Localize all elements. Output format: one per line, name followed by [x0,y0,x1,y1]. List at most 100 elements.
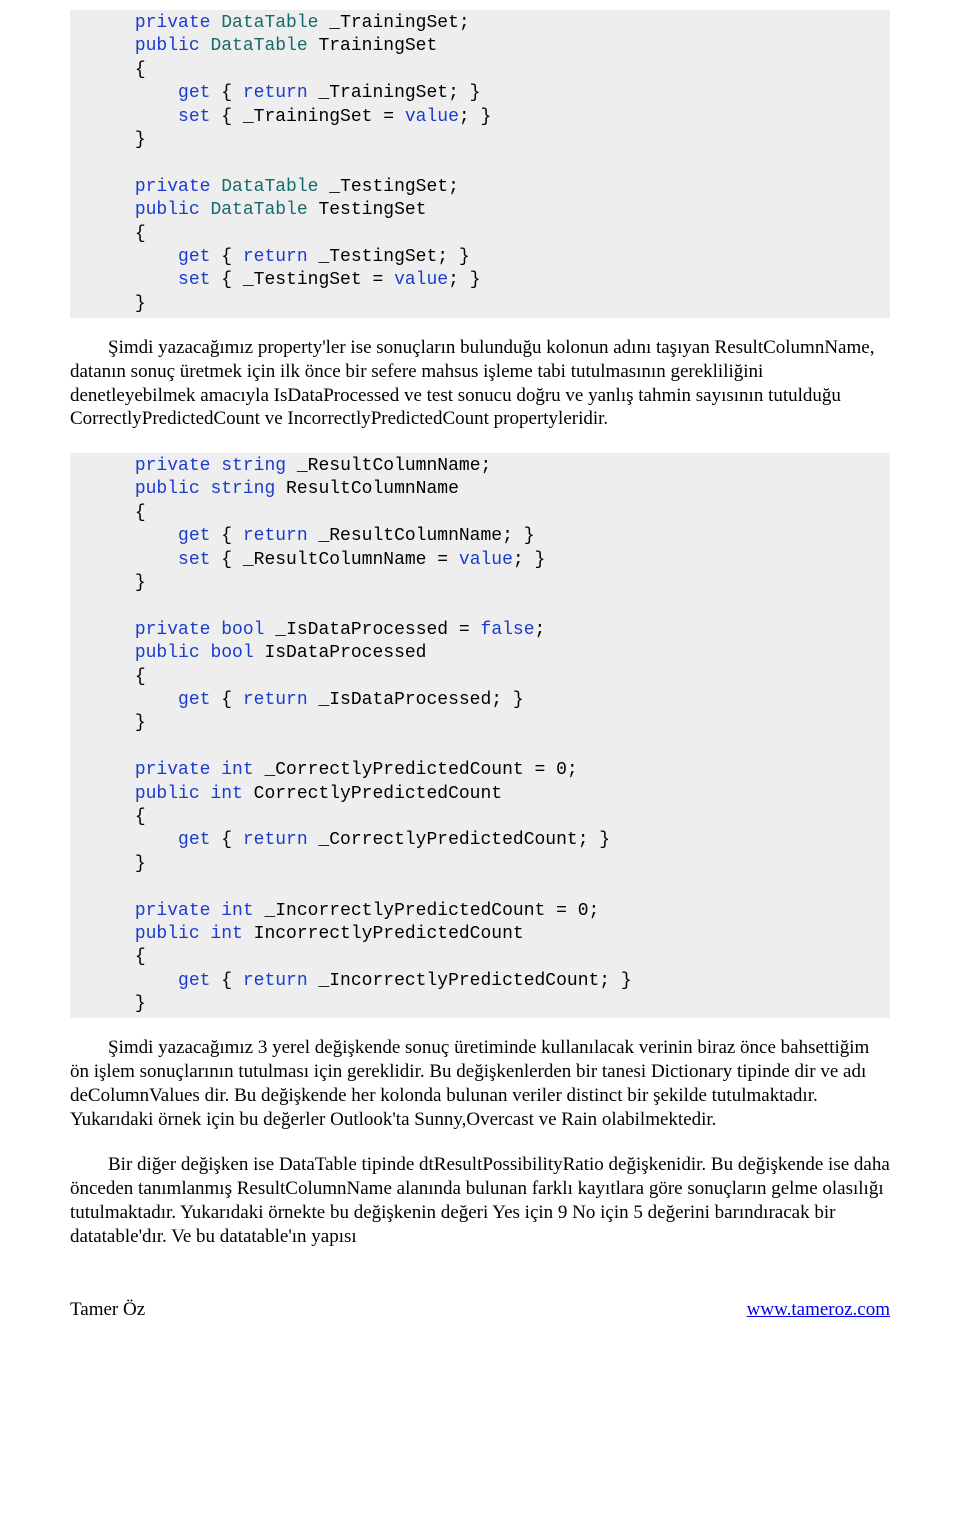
typ: DataTable [210,200,307,220]
t [200,643,211,663]
t: _IncorrectlyPredictedCount = 0; [254,901,600,921]
kw: set [135,550,211,570]
kw: string [221,456,286,476]
t: ; } [513,550,545,570]
t [210,456,221,476]
paragraph-3: Bir diğer değişken ise DataTable tipinde… [70,1153,890,1248]
t: { [135,807,146,827]
t: } [135,130,146,150]
t [210,13,221,33]
kw: return [243,526,308,546]
footer-author: Tamer Öz [70,1298,145,1322]
kw: bool [210,643,253,663]
t: ResultColumnName [275,479,459,499]
kw: set [135,107,211,127]
kw: get [135,247,211,267]
kw: return [243,690,308,710]
paragraph-2: Şimdi yazacağımız 3 yerel değişkende son… [70,1036,890,1131]
t: _CorrectlyPredictedCount = 0; [254,760,578,780]
t: { [210,83,242,103]
kw: false [481,620,535,640]
t: _TestingSet; } [308,247,470,267]
t: { [210,830,242,850]
kw: public [135,36,200,56]
t: ; } [448,270,480,290]
kw: int [221,760,253,780]
t: _ResultColumnName; [286,456,491,476]
kw: return [243,971,308,991]
kw: string [210,479,275,499]
kw: private [135,620,211,640]
t [210,177,221,197]
t: _IncorrectlyPredictedCount; } [308,971,632,991]
t: _TrainingSet; [318,13,469,33]
typ: DataTable [221,13,318,33]
t: ; [535,620,546,640]
t: } [135,294,146,314]
t: _TestingSet; [318,177,458,197]
t [200,479,211,499]
page-footer: Tamer Öz www.tameroz.com [70,1298,890,1322]
t: CorrectlyPredictedCount [243,784,502,804]
kw: public [135,200,200,220]
t: { [210,247,242,267]
kw: get [135,830,211,850]
kw: public [135,924,200,944]
t: { _TrainingSet = [210,107,404,127]
code-block-1: private DataTable _TrainingSet; public D… [70,10,890,318]
t: { [210,971,242,991]
t [200,924,211,944]
kw: private [135,13,211,33]
kw: public [135,479,200,499]
kw: int [221,901,253,921]
t [210,760,221,780]
t: _TrainingSet; } [308,83,481,103]
kw: get [135,83,211,103]
t: { [210,690,242,710]
t: } [135,573,146,593]
t: { [135,224,146,244]
kw: return [243,83,308,103]
t: { [135,60,146,80]
t: _IsDataProcessed = [264,620,480,640]
t: { [135,503,146,523]
kw: bool [221,620,264,640]
footer-link[interactable]: www.tameroz.com [747,1298,890,1322]
kw: return [243,830,308,850]
kw: set [135,270,211,290]
t [200,784,211,804]
t [210,620,221,640]
t [210,901,221,921]
kw: public [135,784,200,804]
t: ; } [459,107,491,127]
t [200,36,211,56]
code-block-2: private string _ResultColumnName; public… [70,453,890,1018]
t: } [135,713,146,733]
kw: value [394,270,448,290]
t: _ResultColumnName; } [308,526,535,546]
kw: public [135,643,200,663]
kw: private [135,901,211,921]
t [200,200,211,220]
kw: value [405,107,459,127]
t: } [135,994,146,1014]
kw: get [135,526,211,546]
t: _CorrectlyPredictedCount; } [308,830,610,850]
t: { [135,947,146,967]
kw: get [135,690,211,710]
typ: DataTable [221,177,318,197]
t: { [210,526,242,546]
kw: private [135,177,211,197]
kw: int [210,924,242,944]
kw: value [459,550,513,570]
t: IsDataProcessed [254,643,427,663]
kw: private [135,760,211,780]
kw: get [135,971,211,991]
paragraph-1: Şimdi yazacağımız property'ler ise sonuç… [70,336,890,431]
t: { [135,667,146,687]
kw: return [243,247,308,267]
kw: int [210,784,242,804]
t: TestingSet [308,200,427,220]
t: _IsDataProcessed; } [308,690,524,710]
t: IncorrectlyPredictedCount [243,924,524,944]
